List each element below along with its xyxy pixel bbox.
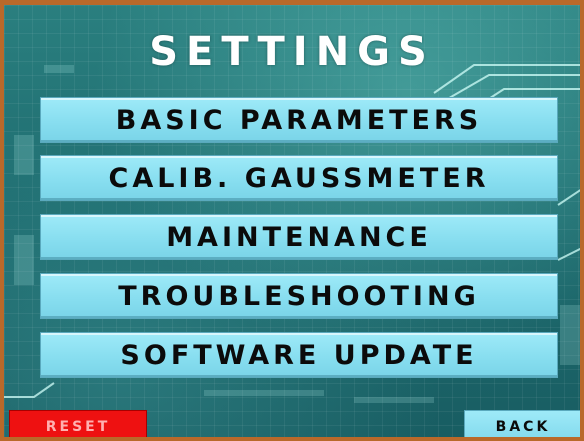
software-update-button[interactable]: SOFTWARE UPDATE bbox=[40, 332, 558, 378]
back-button[interactable]: BACK bbox=[464, 410, 580, 437]
troubleshooting-button[interactable]: TROUBLESHOOTING bbox=[40, 273, 558, 319]
basic-parameters-button[interactable]: BASIC PARAMETERS bbox=[40, 97, 558, 143]
calib-gaussmeter-button[interactable]: CALIB. GAUSSMETER bbox=[40, 155, 558, 201]
page-title: SETTINGS bbox=[149, 29, 435, 75]
maintenance-button[interactable]: MAINTENANCE bbox=[40, 214, 558, 260]
settings-screen: SETTINGS BASIC PARAMETERS CALIB. GAUSSME… bbox=[0, 0, 584, 441]
reset-button[interactable]: RESET bbox=[9, 410, 147, 437]
